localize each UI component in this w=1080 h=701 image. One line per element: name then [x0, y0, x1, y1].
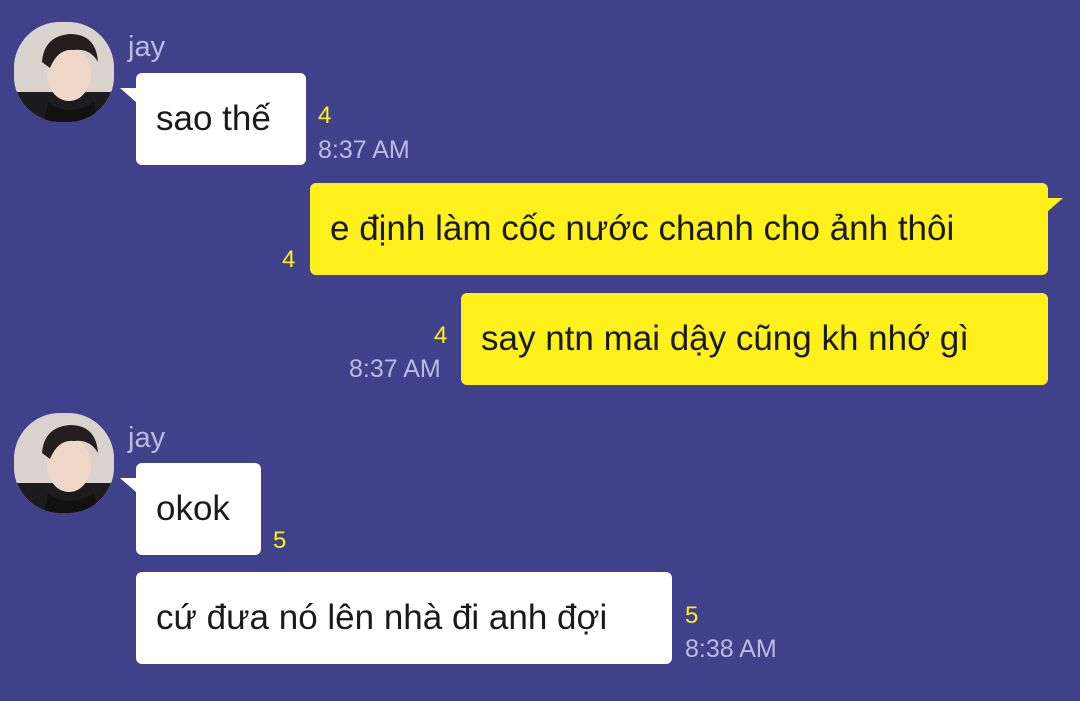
bubble-tail [120, 478, 136, 492]
unread-count: 5 [685, 602, 699, 629]
bubble-tail [1047, 198, 1063, 212]
avatar[interactable] [14, 22, 114, 122]
sender-name: jay [128, 31, 166, 63]
message-text: e định làm cốc nước chanh cho ảnh thôi [330, 209, 955, 248]
message-bubble-incoming[interactable]: sao thế [136, 73, 306, 165]
message-text: okok [156, 489, 230, 528]
unread-count: 4 [318, 102, 332, 129]
unread-count: 4 [434, 322, 448, 349]
profile-photo-icon [14, 413, 114, 513]
message-bubble-outgoing[interactable]: e định làm cốc nước chanh cho ảnh thôi [310, 183, 1048, 275]
sender-name: jay [128, 422, 166, 454]
message-bubble-incoming[interactable]: okok [136, 463, 261, 555]
profile-photo-icon [14, 22, 114, 122]
message-bubble-outgoing[interactable]: say ntn mai dậy cũng kh nhớ gì [461, 293, 1048, 385]
message-text: sao thế [156, 99, 271, 138]
chat-area[interactable]: jay sao thế 4 8:37 AM e định làm cốc nướ… [0, 0, 1080, 701]
message-text: say ntn mai dậy cũng kh nhớ gì [481, 319, 969, 358]
message-time: 8:38 AM [685, 635, 777, 663]
message-time: 8:37 AM [318, 136, 410, 164]
avatar[interactable] [14, 413, 114, 513]
unread-count: 4 [282, 246, 296, 273]
message-text: cứ đưa nó lên nhà đi anh đợi [156, 598, 608, 637]
bubble-tail [120, 88, 136, 102]
unread-count: 5 [273, 527, 287, 554]
message-bubble-incoming[interactable]: cứ đưa nó lên nhà đi anh đợi [136, 572, 672, 664]
message-time: 8:37 AM [349, 355, 441, 383]
